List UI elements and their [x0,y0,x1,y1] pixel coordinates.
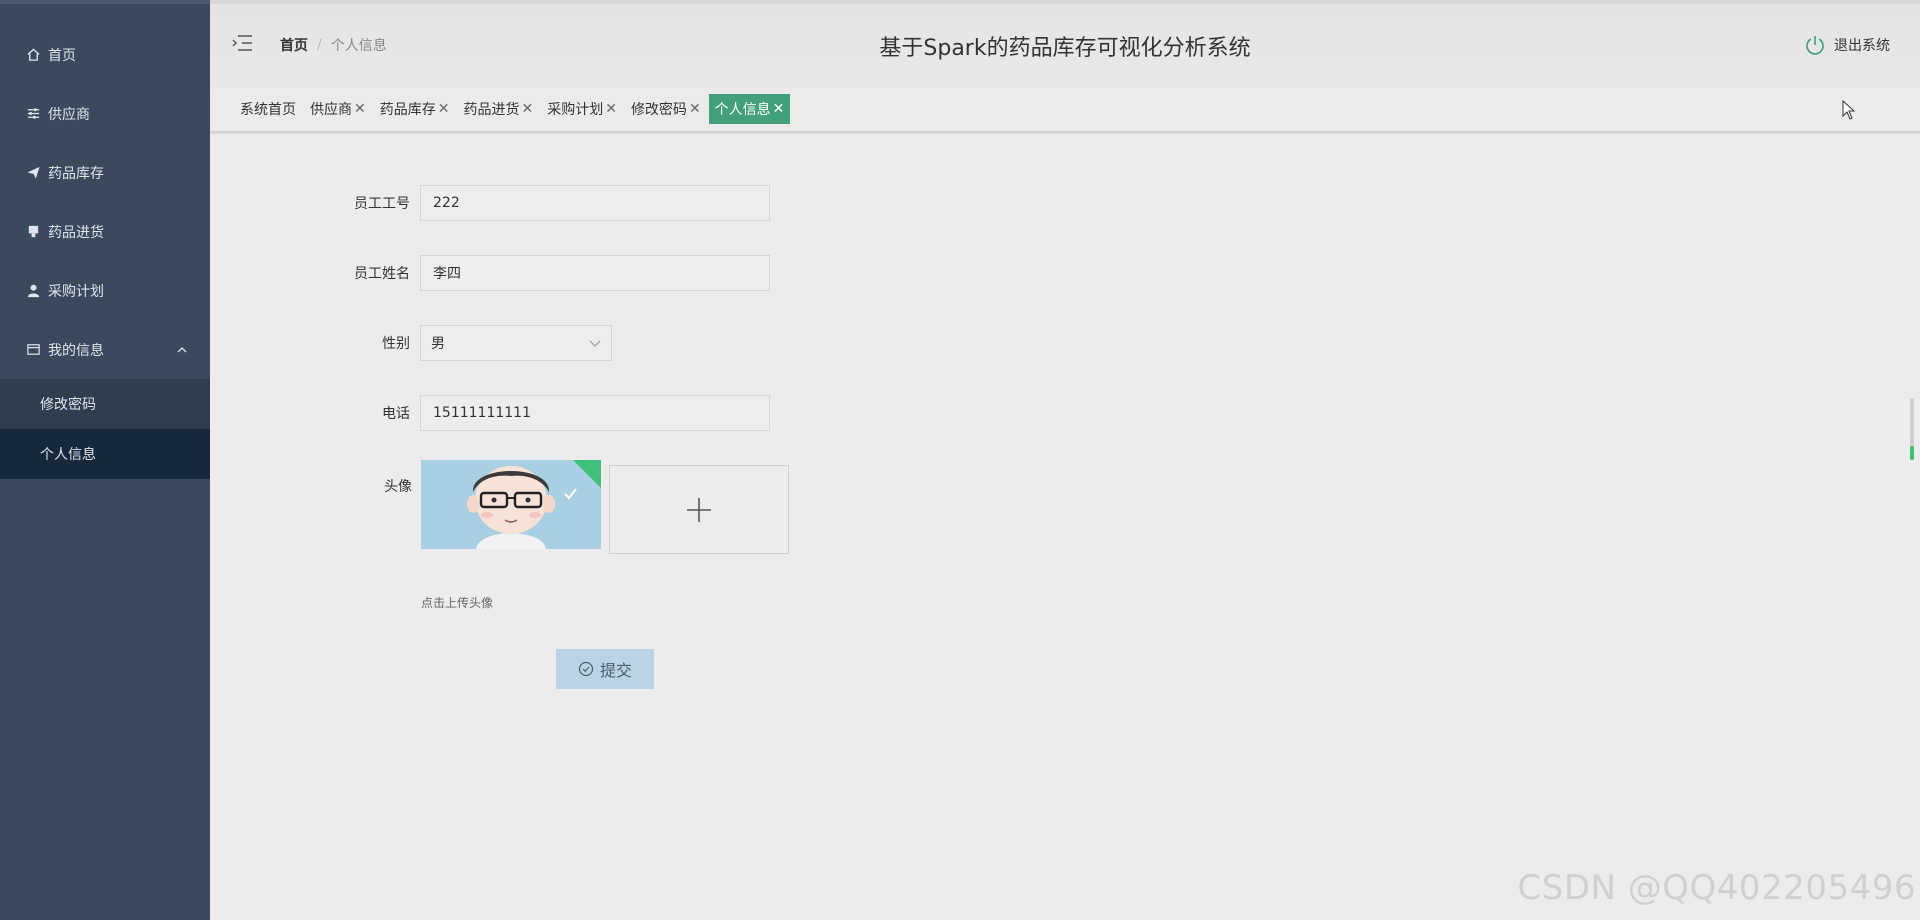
watermark: CSDN @QQ402205496 [1517,868,1916,908]
emp-no-input[interactable]: 222 [420,185,770,221]
avatar-image[interactable] [421,460,601,549]
card-icon [24,341,42,359]
tab-label: 系统首页 [240,102,296,118]
sidebar-item-supplier[interactable]: 供应商 [0,84,210,143]
emp-name-label: 员工姓名 [354,266,410,282]
plus-icon [687,497,711,522]
sidebar-item-purchase[interactable]: 药品进货 [0,202,210,261]
user-icon [24,282,42,300]
sidebar-item-plan[interactable]: 采购计划 [0,261,210,320]
home-icon [24,46,42,64]
logout-button[interactable]: 退出系统 [1804,34,1890,56]
form-row-emp-no: 员工工号 222 [300,185,770,221]
phone-input[interactable]: 15111111111 [420,395,770,431]
power-icon [1806,36,1824,55]
sidebar-item-home[interactable]: 首页 [0,25,210,84]
close-icon[interactable]: ✕ [689,101,701,117]
tabs-bar: 系统首页 供应商 ✕ 药品库存 ✕ 药品进货 ✕ 采购计划 ✕ 修改密码 ✕ 个人信息 ✕ [210,88,1920,133]
scrollbar[interactable] [1910,398,1914,460]
submit-label: 提交 [599,661,632,680]
tab-label: 供应商 [310,102,352,118]
sidebar-item-inventory[interactable]: 药品库存 [0,143,210,202]
chevron-up-icon [177,346,187,352]
page-title: 基于Spark的药品库存可视化分析系统 [879,36,1251,61]
bookmark-icon [24,223,42,241]
check-circle-icon [578,661,594,677]
chevron-down-icon [589,340,601,347]
sidebar-item-label: 药品库存 [48,165,104,182]
sidebar-submenu: 修改密码 个人信息 [0,379,210,479]
tab-label: 药品库存 [379,102,436,118]
tabs: 系统首页 供应商 ✕ 药品库存 ✕ 药品进货 ✕ 采购计划 ✕ 修改密码 ✕ 个人信息 ✕ [234,94,792,124]
top-header: 首页 / 个人信息 基于Spark的药品库存可视化分析系统 退出系统 [210,0,1920,88]
upload-hint: 点击上传头像 [421,596,494,610]
tab-label: 个人信息 [714,102,771,118]
sliders-icon [24,105,42,123]
scrollbar-thumb[interactable] [1910,446,1914,460]
sidebar-subitem-change-password[interactable]: 修改密码 [0,379,210,429]
gender-select[interactable]: 男 [420,325,612,361]
form-row-phone: 电话 15111111111 [300,395,770,431]
sidebar-item-label: 药品进货 [48,224,104,241]
close-icon[interactable]: ✕ [438,101,450,117]
tab-inventory[interactable]: 药品库存 ✕ [374,94,456,124]
avatar-label: 头像 [384,479,412,495]
form-row-gender: 性别 男 [300,325,612,361]
tab-label: 采购计划 [547,102,604,118]
send-icon [24,164,42,182]
upload-success-badge [573,460,601,488]
tab-label: 药品进货 [463,102,520,118]
tab-home[interactable]: 系统首页 [234,94,302,124]
tab-personal-info[interactable]: 个人信息 ✕ [708,94,791,124]
avatar-upload-button[interactable] [609,465,789,554]
form-row-emp-name: 员工姓名 李四 [300,255,770,291]
emp-name-input[interactable]: 李四 [420,255,770,291]
tab-label: 修改密码 [630,102,687,118]
sidebar-item-label: 我的信息 [48,342,104,359]
sidebar-subitem-personal-info[interactable]: 个人信息 [0,429,210,479]
phone-label: 电话 [382,406,410,422]
tab-purchase[interactable]: 药品进货 ✕ [457,94,539,124]
logout-label: 退出系统 [1834,38,1890,54]
sidebar-item-my-info[interactable]: 我的信息 [0,320,210,379]
mouse-cursor-icon [1842,100,1856,120]
tab-change-password[interactable]: 修改密码 ✕ [625,94,707,124]
sidebar: 首页 供应商 药品库存 药品进货 采购计划 我的信息 修改密码 个人信息 [0,0,210,920]
tab-plan[interactable]: 采购计划 ✕ [541,94,623,124]
gender-value: 男 [431,336,445,352]
submit-button[interactable]: 提交 [556,649,654,689]
sidebar-item-label: 首页 [48,47,76,64]
sidebar-item-label: 供应商 [48,106,90,123]
close-icon[interactable]: ✕ [605,101,617,117]
close-icon[interactable]: ✕ [521,101,533,117]
close-icon[interactable]: ✕ [354,101,366,117]
sidebar-item-label: 采购计划 [48,283,104,300]
gender-label: 性别 [382,336,410,352]
close-icon[interactable]: ✕ [773,101,785,117]
emp-no-label: 员工工号 [354,196,410,212]
tab-supplier[interactable]: 供应商 ✕ [304,94,372,124]
